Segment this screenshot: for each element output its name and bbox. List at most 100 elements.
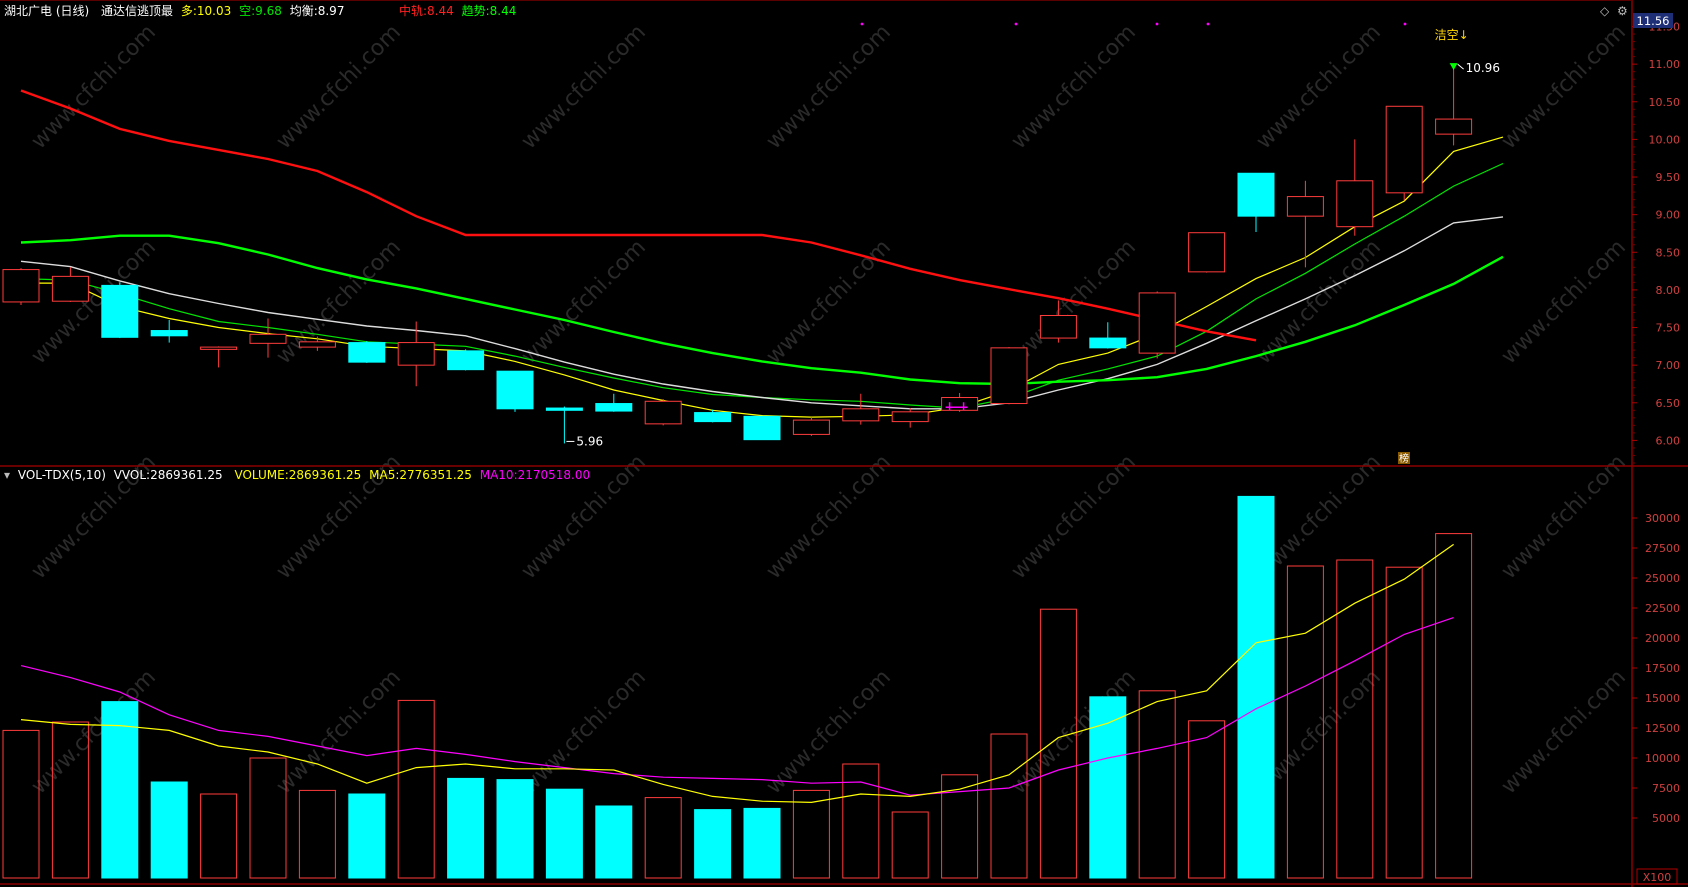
watermark-text: www.cfchi.com xyxy=(272,235,406,369)
volume-bars-layer xyxy=(2,495,1473,879)
watermark-text: www.cfchi.com xyxy=(272,665,406,799)
volume-bar xyxy=(397,699,435,879)
watermark-text: www.cfchi.com xyxy=(762,20,896,154)
diamond-icon[interactable]: ◇ xyxy=(1600,3,1609,19)
price-tick-label: 8.50 xyxy=(1656,246,1681,259)
watermark-text: www.cfchi.com xyxy=(1252,20,1386,154)
watermark-text: www.cfchi.com xyxy=(762,665,896,799)
candle-body xyxy=(595,403,633,412)
watermark-text: www.cfchi.com xyxy=(762,235,896,369)
candle-body xyxy=(842,408,880,422)
price-header: 湖北广电 (日线) 通达信逃顶最 多:10.03 空:9.68 均衡:8.97 xyxy=(4,3,348,19)
candle xyxy=(348,341,386,363)
grid-layer xyxy=(0,0,1688,887)
vol-tick-label: 7500 xyxy=(1652,782,1680,795)
candle-body xyxy=(1237,172,1275,217)
candle xyxy=(792,417,830,436)
volume-bar xyxy=(990,733,1028,879)
candle xyxy=(743,415,781,441)
candle-body xyxy=(1188,232,1226,273)
junheng-value: 8.97 xyxy=(317,4,345,18)
candle-body xyxy=(1138,292,1176,354)
volume-bar xyxy=(1188,720,1226,879)
volume-bar xyxy=(101,701,139,879)
price-tick-label: 9.50 xyxy=(1656,171,1681,184)
axes-layer: 11.5011.0010.5010.009.509.008.508.007.50… xyxy=(1632,13,1681,885)
candle xyxy=(644,399,682,426)
candle-body xyxy=(644,400,682,425)
candle-body xyxy=(1385,105,1423,194)
ma-line-均衡 xyxy=(20,216,1504,410)
watermark-text: www.cfchi.com xyxy=(1007,450,1141,584)
volume-header: ▾ VOL-TDX(5,10) VVOL:2869361.25 VOLUME:2… xyxy=(4,467,594,483)
ma10-value: 2170518.00 xyxy=(517,468,591,482)
volume-bar xyxy=(447,777,485,879)
price-tick-label: 10.50 xyxy=(1649,96,1681,109)
volume-bar xyxy=(545,788,583,879)
candle xyxy=(51,267,89,302)
candle xyxy=(842,393,880,425)
chart-frame: www.cfchi.com www.cfchi.com www.cfchi.com w… xyxy=(0,0,1688,887)
volume-bar xyxy=(891,811,929,879)
candle-body xyxy=(743,415,781,441)
candle-body xyxy=(397,342,435,366)
candle xyxy=(200,346,238,368)
candle-body xyxy=(1089,337,1127,349)
signal-dot xyxy=(1014,22,1018,26)
price-header-right: 中轨:8.44 趋势:8.44 xyxy=(399,3,520,19)
candle xyxy=(447,349,485,371)
volume-value: 2869361.25 xyxy=(288,468,362,482)
vol-tick-label: 10000 xyxy=(1645,752,1680,765)
candle-body xyxy=(1435,118,1473,135)
low-label: 5.96 xyxy=(576,434,603,448)
volume-bar xyxy=(348,793,386,879)
watermark-text: www.cfchi.com xyxy=(762,450,896,584)
ma5-label: MA5: xyxy=(369,468,400,482)
stock-title[interactable]: 湖北广电 (日线) xyxy=(4,4,89,18)
candle-body xyxy=(891,411,929,423)
vol-indicator-name[interactable]: VOL-TDX(5,10) xyxy=(18,468,106,482)
candle-body xyxy=(447,350,485,371)
vvol-value: 2869361.25 xyxy=(150,468,223,482)
vol-unit-label: X100 xyxy=(1643,871,1672,884)
volume-bar xyxy=(595,805,633,879)
gear-icon[interactable]: ⚙ xyxy=(1617,3,1628,19)
watermark-text: www.cfchi.com xyxy=(1497,665,1631,799)
duo-value: 10.03 xyxy=(196,4,232,18)
junheng-label: 均衡: xyxy=(289,4,318,18)
vvol-label: VVOL: xyxy=(113,468,151,482)
watermark-text: www.cfchi.com xyxy=(517,20,651,154)
price-tick-label: 10.00 xyxy=(1649,133,1681,146)
watermark-text: www.cfchi.com xyxy=(1497,20,1631,154)
candle xyxy=(1385,105,1423,201)
candle-body xyxy=(1336,180,1374,228)
candle xyxy=(990,347,1028,405)
watermark-text: www.cfchi.com xyxy=(1007,20,1141,154)
zhonggui-value: 8.44 xyxy=(427,4,454,18)
collapse-icon[interactable]: ▾ xyxy=(4,468,10,482)
volume-bar xyxy=(743,807,781,879)
volume-bar xyxy=(1089,696,1127,879)
volume-bar xyxy=(2,729,40,879)
price-tick-label: 6.00 xyxy=(1656,434,1681,447)
candle-body xyxy=(545,407,583,411)
candle xyxy=(1188,232,1226,273)
volume-bar xyxy=(200,793,238,879)
candle-body xyxy=(990,347,1028,405)
candle xyxy=(1138,291,1176,359)
candle xyxy=(496,370,534,412)
vol-tick-label: 30000 xyxy=(1645,512,1680,525)
high-label: 10.96 xyxy=(1466,61,1500,75)
volume-bar xyxy=(792,789,830,879)
candle-body xyxy=(2,269,40,303)
price-tick-label: 6.50 xyxy=(1656,397,1681,410)
candle-body xyxy=(792,419,830,435)
ma5-value: 2776351.25 xyxy=(399,468,472,482)
price-tick-label: 11.00 xyxy=(1649,58,1681,71)
vol-unit-box: X100 xyxy=(1636,868,1678,885)
indicator-name[interactable]: 通达信逃顶最 xyxy=(101,4,173,18)
candle xyxy=(2,268,40,305)
vol-tick-label: 20000 xyxy=(1645,632,1680,645)
watermark-text: www.cfchi.com xyxy=(272,20,406,154)
price-tick-label: 9.00 xyxy=(1656,209,1681,222)
